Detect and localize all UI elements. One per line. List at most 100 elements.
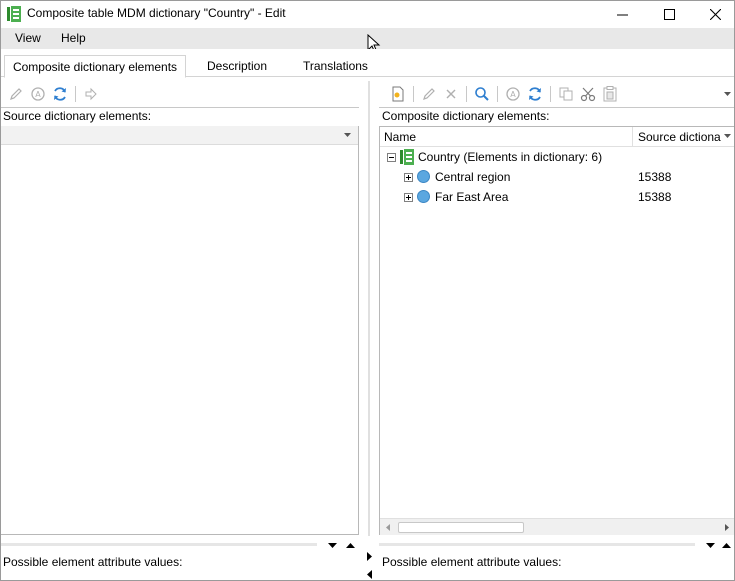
right-bottom-splitter[interactable] [379,543,695,546]
tab-description[interactable]: Description [207,59,267,73]
minimize-icon [617,14,628,15]
toolbar-separator [497,86,498,102]
left-collapse-down-button[interactable] [324,538,340,552]
element-globe-icon [417,170,430,183]
right-collapse-down-button[interactable] [702,538,718,552]
maximize-button[interactable] [647,1,692,27]
right-toolbar: A [387,82,621,106]
refresh-button[interactable] [524,84,546,104]
move-left-button[interactable] [361,567,377,581]
triangle-right-icon [366,551,372,561]
minimize-button[interactable] [600,1,645,27]
tab-composite-dictionary-elements[interactable]: Composite dictionary elements [4,55,186,78]
toolbar-separator [75,86,76,102]
attributes-button[interactable]: A [27,84,49,104]
source-elements-list[interactable] [1,126,359,535]
scrollbar-thumb[interactable] [398,522,524,533]
toolbar-overflow-icon[interactable] [724,92,731,96]
right-expand-up-button[interactable] [718,538,734,552]
left-toolbar: A [5,82,102,106]
horizontal-scrollbar[interactable] [380,518,734,535]
cut-button[interactable] [577,84,599,104]
triangle-down-icon [705,542,715,548]
pencil-icon [423,88,435,100]
menu-help[interactable]: Help [61,31,86,45]
pencil-icon [10,88,22,100]
left-expand-up-button[interactable] [342,538,358,552]
right-attribute-values-label: Possible element attribute values: [382,555,562,569]
column-separator[interactable] [632,127,633,147]
right-toolbar-divider [379,107,734,108]
scroll-left-icon[interactable] [386,524,390,531]
element-source: 15388 [638,190,672,204]
tree-header: Name Source dictiona [380,127,734,147]
attribute-circle-icon: A [506,87,520,101]
edit-element-button[interactable] [418,84,440,104]
refresh-icon [529,87,541,101]
collapse-root-icon[interactable] [387,153,396,162]
copy-icon [559,87,573,101]
source-elements-header [1,126,358,145]
svg-text:A: A [35,90,41,99]
new-document-icon [392,86,404,102]
edit-button[interactable] [5,84,27,104]
triangle-left-icon [366,569,372,579]
left-attribute-values-label: Possible element attribute values: [3,555,183,569]
window-title: Composite table MDM dictionary "Country"… [27,6,286,20]
left-bottom-splitter[interactable] [1,543,317,546]
maximize-icon [664,8,675,20]
scroll-right-icon[interactable] [725,524,729,531]
dropdown-arrow-icon[interactable] [344,133,351,137]
close-button[interactable] [693,1,735,27]
dictionary-app-icon [7,6,21,22]
tree-row-root[interactable]: Country (Elements in dictionary: 6) [380,147,734,167]
expand-icon[interactable] [404,173,413,182]
refresh-icon [54,87,66,101]
left-toolbar-divider [1,107,359,108]
vertical-splitter[interactable] [365,81,373,536]
root-label: Country (Elements in dictionary: 6) [418,150,603,164]
delete-element-button[interactable] [440,84,462,104]
new-element-button[interactable] [387,84,409,104]
search-icon [475,87,489,101]
composite-elements-tree[interactable]: Name Source dictiona Country (Elements i… [379,126,734,535]
close-icon [710,8,721,20]
arrow-right-icon [85,87,97,101]
clipboard-icon [603,86,617,102]
source-elements-label: Source dictionary elements: [3,109,152,123]
move-right-button[interactable] [361,549,377,563]
add-to-composite-button[interactable] [80,84,102,104]
menu-view[interactable]: View [15,31,41,45]
refresh-button[interactable] [49,84,71,104]
element-name: Central region [435,170,511,184]
copy-button[interactable] [555,84,577,104]
expand-icon[interactable] [404,193,413,202]
column-source-dictionary-header[interactable]: Source dictiona [638,130,721,144]
edit-window: Composite table MDM dictionary "Country"… [0,0,735,581]
delete-x-icon [446,89,456,99]
column-name-header[interactable]: Name [384,130,416,144]
tab-bar: Composite dictionary elements Descriptio… [1,49,734,78]
element-source: 15388 [638,170,672,184]
triangle-up-icon [721,542,731,548]
tree-row[interactable]: Central region 15388 [380,167,734,187]
column-dropdown-icon[interactable] [724,134,731,138]
toolbar-separator [466,86,467,102]
toolbar-separator [550,86,551,102]
tab-translations[interactable]: Translations [303,59,368,73]
composite-elements-label: Composite dictionary elements: [382,109,550,123]
dictionary-icon [400,149,414,165]
attributes-button[interactable]: A [502,84,524,104]
search-button[interactable] [471,84,493,104]
tree-row[interactable]: Far East Area 15388 [380,187,734,207]
paste-button[interactable] [599,84,621,104]
svg-text:A: A [510,90,516,99]
element-globe-icon [417,190,430,203]
element-name: Far East Area [435,190,509,204]
splitter-bar [368,81,370,536]
triangle-down-icon [327,542,337,548]
triangle-up-icon [345,542,355,548]
toolbar-separator [413,86,414,102]
title-bar: Composite table MDM dictionary "Country"… [1,1,734,28]
scissors-icon [580,87,596,102]
